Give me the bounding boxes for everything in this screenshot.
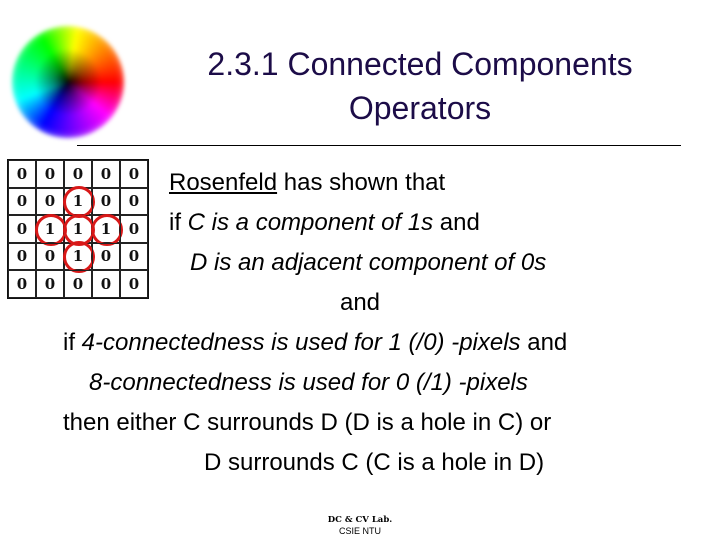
body-line-3: D is an adjacent component of 0s (190, 249, 546, 277)
body-line-8: D surrounds C (C is a hole in D) (204, 449, 545, 476)
grid-cell-highlighted: 1 (91, 213, 123, 246)
grid-cell: 0 (36, 242, 64, 270)
body-emphasis: 4-connectedness is used for 1 (/0) -pixe… (81, 329, 521, 356)
grid-cell-highlighted: 1 (63, 186, 95, 218)
grid-cell: 0 (64, 160, 92, 188)
footer: DC & CV Lab. CSIE NTU (300, 515, 420, 537)
grid-cell: 0 (8, 160, 36, 188)
author-name: Rosenfeld (169, 169, 278, 196)
body-line-4: and (339, 289, 381, 316)
grid-cell: 0 (120, 187, 148, 215)
grid-cell: 0 (92, 187, 120, 215)
body-emphasis: C is a component of 1s (187, 209, 434, 236)
body-text: and (433, 209, 480, 236)
grid-cell-highlighted: 1 (35, 213, 67, 246)
title-divider (77, 145, 681, 146)
slide-title: 2.3.1 Connected Components Operators (120, 42, 720, 130)
body-line-5: if 4-connectedness is used for 1 (/0) -p… (63, 329, 567, 357)
grid-cell: 0 (36, 160, 64, 188)
grid-cell: 0 (8, 242, 36, 270)
grid-cell: 0 (120, 215, 148, 243)
footer-lab: DC & CV Lab. (327, 515, 393, 525)
body-line-2: if C is a component of 1s and (169, 209, 480, 237)
body-text: has shown that (277, 169, 446, 196)
footer-org: CSIE NTU (338, 526, 381, 536)
body-line-6: 8-connectedness is used for 0 (/1) -pixe… (89, 369, 528, 397)
grid-cell-highlighted: 1 (63, 241, 95, 273)
body-line-1: Rosenfeld has shown that (169, 169, 445, 197)
body-text: if (63, 329, 82, 356)
grid-cell: 0 (120, 160, 148, 188)
title-line-2: Operators (348, 90, 492, 126)
title-line-1: 2.3.1 Connected Components (207, 46, 633, 82)
body-text: if (169, 209, 188, 236)
binary-pixel-grid: 0000000100011100010000000 (7, 159, 149, 299)
body-emphasis: D is an adjacent component of 0s (190, 249, 547, 276)
body-line-7: then either C surrounds D (D is a hole i… (63, 409, 552, 436)
body-emphasis: 8-connectedness is used for 0 (/1) -pixe… (89, 369, 528, 396)
grid-cell-highlighted: 1 (63, 213, 95, 246)
color-wheel-decoration (12, 26, 124, 138)
grid-cell: 0 (92, 160, 120, 188)
grid-cell: 0 (36, 187, 64, 215)
grid-cell: 0 (8, 187, 36, 215)
grid-cell: 0 (92, 242, 120, 270)
grid-cell: 0 (120, 242, 148, 270)
body-text: and (520, 329, 568, 356)
grid-cell: 0 (8, 215, 36, 243)
